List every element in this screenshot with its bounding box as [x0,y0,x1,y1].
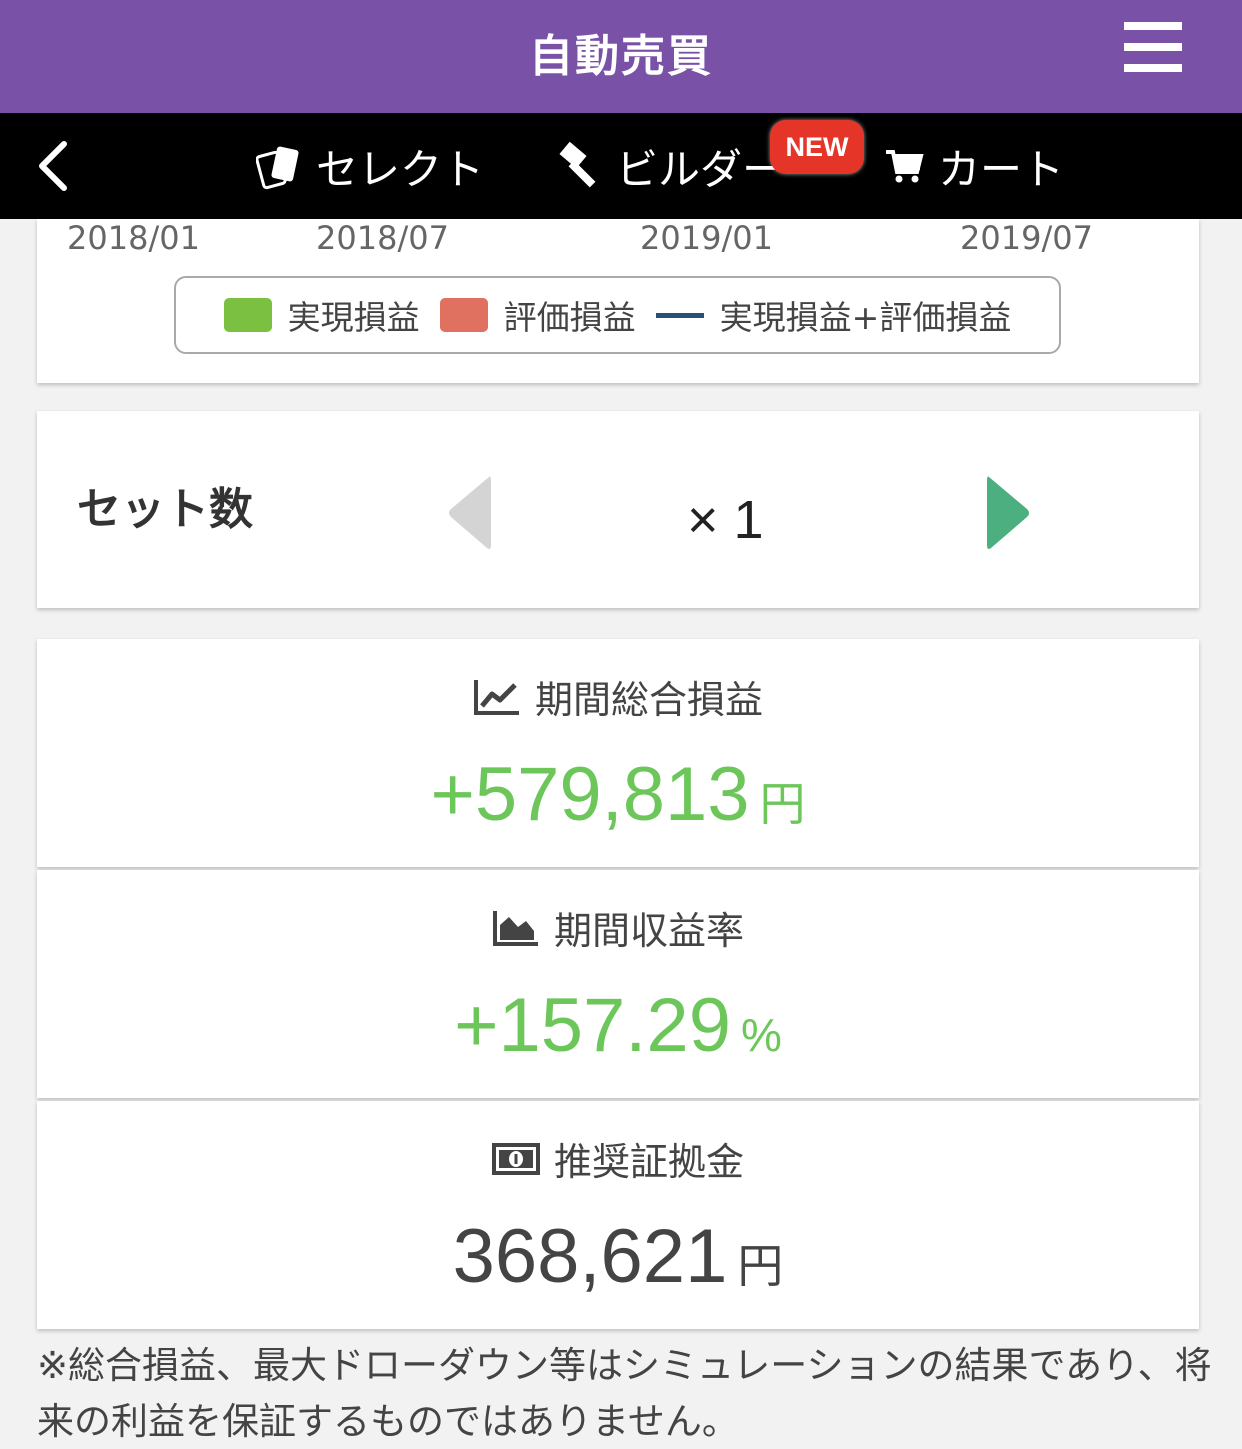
legend-swatch [655,312,704,318]
area-chart-icon [492,910,538,946]
stat-heading: 期間収益率 [37,900,1199,955]
stat-value: 368,621 円 [37,1213,1199,1300]
x-tick-label: 2018/01 [67,219,200,257]
chart-legend: 実現損益 評価損益 実現損益+評価損益 [174,276,1061,354]
cart-icon [886,150,924,183]
stat-heading: 推奨証拠金 [37,1131,1199,1186]
legend-label: 実現損益+評価損益 [719,298,1012,337]
x-tick-label: 2019/07 [960,219,1093,257]
stat-unit: 円 [759,778,806,830]
menu-icon[interactable] [1124,22,1184,72]
new-badge: NEW [770,120,864,174]
stat-value: +157.29% [37,982,1199,1069]
x-tick-label: 2018/07 [316,219,449,257]
hammer-icon [559,141,596,188]
nav-bar: セレクト ビルダー カート [0,113,1242,219]
line-chart-icon [473,679,519,715]
back-button[interactable] [36,113,84,219]
nav-select-label: セレクト [316,144,485,194]
set-count-value: × 1 [687,490,764,550]
legend-label: 実現損益 [287,298,420,337]
legend-swatch [439,298,488,332]
stat-number: 368,621 [452,1214,728,1299]
stat-number: +157.29 [454,983,731,1068]
nav-builder[interactable]: ビルダー [558,113,784,219]
page-title: 自動売買 [529,31,713,82]
legend-swatch [223,298,272,332]
set-count-card: セット数 × 1 [37,411,1199,608]
chart-card: 2018/01 2018/07 2019/01 2019/07 実現損益 評価損… [37,219,1199,383]
return-rate-card: 期間収益率 +157.29% [37,870,1199,1098]
legend-item-unrealized: 評価損益 [439,291,636,339]
stat-title: 期間総合損益 [534,678,763,722]
stat-number: +579,813 [430,752,750,837]
total-profit-card: 期間総合損益 +579,813 円 [37,639,1199,867]
increment-arrow-icon[interactable] [985,473,1033,553]
recommended-margin-card: 推奨証拠金 368,621 円 [37,1101,1199,1329]
stat-heading: 期間総合損益 [37,669,1199,724]
stat-unit: 円 [737,1240,784,1292]
nav-cart[interactable]: カート [884,113,1064,219]
nav-cart-label: カート [938,144,1065,194]
set-count-label: セット数 [77,484,253,535]
stat-unit: % [740,1009,782,1061]
app-header: 自動売買 [0,0,1242,113]
legend-item-realized: 実現損益 [223,291,420,339]
decrement-arrow-icon[interactable] [445,473,493,553]
stat-title: 推奨証拠金 [553,1140,744,1184]
cards-icon [256,146,299,190]
x-tick-label: 2019/01 [640,219,773,257]
stat-title: 期間収益率 [553,909,744,953]
stat-value: +579,813 円 [37,751,1199,838]
nav-builder-label: ビルダー [616,144,785,194]
money-icon [491,1142,540,1175]
chevron-left-icon [39,141,67,191]
legend-label: 評価損益 [503,298,636,337]
legend-item-total: 実現損益+評価損益 [655,291,1012,339]
disclaimer-text: ※総合損益、最大ドローダウン等はシミュレーションの結果であり、将来の利益を保証す… [37,1344,1212,1443]
nav-select[interactable]: セレクト [256,113,484,219]
